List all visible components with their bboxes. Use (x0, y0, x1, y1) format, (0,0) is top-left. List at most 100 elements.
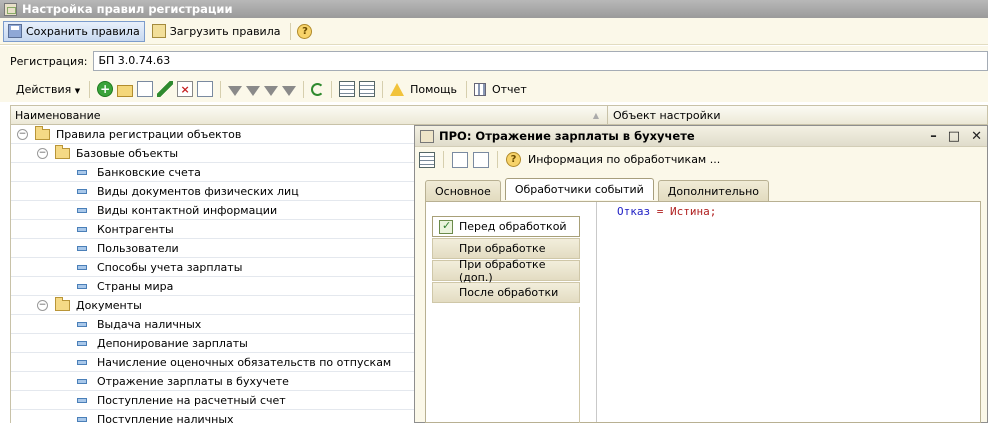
check-icon (439, 219, 453, 234)
folder-icon (35, 125, 50, 140)
rule-icon (77, 397, 87, 403)
registration-label: Регистрация: (10, 54, 88, 68)
rule-icon (77, 264, 87, 270)
tree-item[interactable]: Пользователи (11, 239, 414, 258)
rule-icon (77, 207, 87, 213)
folder-icon (55, 144, 70, 159)
main-toolbar: Сохранить правила Загрузить правила ? (0, 18, 988, 45)
tree-item[interactable]: Страны мира (11, 277, 414, 296)
event-on-processing[interactable]: При обработке (432, 238, 580, 259)
event-on-processing-additional[interactable]: При обработке (доп.) (432, 258, 580, 284)
save-icon (8, 24, 22, 38)
refresh-icon[interactable] (311, 82, 325, 96)
window-titlebar: Настройка правил регистрации (0, 0, 988, 18)
registration-row: Регистрация: БП 3.0.74.63 (0, 46, 988, 76)
save-rules-button[interactable]: Сохранить правила (3, 20, 145, 42)
rule-icon (77, 245, 87, 251)
panel-title: ПРО: Отражение зарплаты в бухучете (439, 129, 695, 143)
panel-tabs: Основное Обработчики событий Дополнитель… (425, 178, 770, 201)
rule-icon (77, 340, 87, 346)
tree-item[interactable]: Депонирование зарплаты (11, 334, 414, 353)
filter-icon[interactable] (228, 85, 243, 96)
info-icon (390, 82, 405, 96)
maximize-icon[interactable]: □ (948, 129, 960, 144)
add-icon[interactable]: + (97, 81, 114, 97)
delete-icon[interactable]: × (177, 81, 194, 97)
edit-list-icon[interactable] (339, 81, 356, 97)
collapse-icon[interactable]: − (37, 147, 48, 159)
event-list: Перед обработкой При обработке При обраб… (432, 216, 580, 304)
handlers-info-button[interactable]: Информация по обработчикам ... (528, 153, 720, 166)
report-icon (473, 82, 486, 96)
app-icon (4, 2, 17, 16)
events-column (432, 307, 580, 423)
load-icon (151, 24, 166, 38)
move-icon[interactable] (197, 81, 214, 97)
tab-event-handlers[interactable]: Обработчики событий (504, 178, 654, 200)
window-title: Настройка правил регистрации (22, 2, 233, 16)
actions-menu[interactable]: Действия ▼ (16, 83, 80, 96)
rule-editor-panel: ПРО: Отражение зарплаты в бухучете – □ ✕… (414, 125, 988, 423)
tree-item-selected[interactable]: Отражение зарплаты в бухучете (11, 372, 414, 391)
load-rules-label: Загрузить правила (169, 24, 281, 38)
panel-icon (420, 129, 434, 143)
window-controls: – □ ✕ (930, 129, 987, 144)
minimize-icon[interactable]: – (930, 129, 937, 144)
report-button[interactable]: Отчет (492, 83, 527, 96)
tab-additional[interactable]: Дополнительно (657, 180, 770, 201)
rule-icon (77, 359, 87, 365)
tree-item[interactable]: Виды контактной информации (11, 201, 414, 220)
event-after-processing[interactable]: После обработки (432, 282, 580, 303)
tree-item[interactable]: Начисление оценочных обязательств по отп… (11, 353, 414, 372)
rule-icon (77, 226, 87, 232)
grid-header: Наименование ▲ Объект настройки (10, 105, 988, 125)
rule-icon (77, 321, 87, 327)
save-close-icon[interactable] (419, 151, 435, 168)
help-button[interactable]: Помощь (410, 83, 457, 96)
filter-history-icon[interactable] (264, 85, 279, 96)
panel-toolbar: ? Информация по обработчикам ... (415, 147, 987, 172)
clear-filter-icon[interactable] (282, 85, 297, 96)
folder-icon (55, 296, 70, 311)
help-icon[interactable]: ? (506, 152, 521, 167)
save-rules-label: Сохранить правила (26, 24, 140, 38)
tree-root[interactable]: − Правила регистрации объектов (11, 125, 414, 144)
collapse-icon[interactable]: − (37, 299, 48, 311)
add-handler-icon[interactable] (473, 151, 489, 168)
tree-item[interactable]: Банковские счета (11, 163, 414, 182)
tree-item[interactable]: Виды документов физических лиц (11, 182, 414, 201)
tree-item[interactable]: Контрагенты (11, 220, 414, 239)
column-name[interactable]: Наименование ▲ (11, 106, 608, 124)
rule-icon (77, 188, 87, 194)
event-before-processing[interactable]: Перед обработкой (432, 216, 580, 237)
rule-icon (77, 283, 87, 289)
edit-icon[interactable] (157, 81, 174, 97)
collapse-icon[interactable]: − (17, 128, 28, 140)
close-icon[interactable]: ✕ (971, 129, 982, 144)
rules-tree: − Правила регистрации объектов − Базовые… (10, 125, 414, 423)
tab-main[interactable]: Основное (425, 180, 501, 201)
tree-item[interactable]: Поступление на расчетный счет (11, 391, 414, 410)
tree-item[interactable]: Выдача наличных (11, 315, 414, 334)
column-settings-object[interactable]: Объект настройки (608, 109, 721, 122)
write-icon[interactable] (452, 151, 468, 168)
rule-icon (77, 416, 87, 422)
tree-group[interactable]: − Базовые объекты (11, 144, 414, 163)
registration-field[interactable]: БП 3.0.74.63 (93, 51, 988, 71)
tab-content: Перед обработкой При обработке При обраб… (425, 201, 981, 423)
copy-icon[interactable] (137, 81, 154, 97)
tree-group[interactable]: − Документы (11, 296, 414, 315)
toolbar-separator (290, 22, 292, 40)
load-rules-button[interactable]: Загрузить правила (148, 21, 285, 42)
filter-by-value-icon[interactable] (246, 85, 261, 96)
list-settings-icon[interactable] (359, 81, 376, 97)
handler-code-editor[interactable]: Отказ = Истина; (596, 202, 980, 422)
rule-icon (77, 169, 87, 175)
rule-icon (77, 378, 87, 384)
tree-item[interactable]: Поступление наличных (11, 410, 414, 423)
panel-titlebar: ПРО: Отражение зарплаты в бухучете – □ ✕ (415, 126, 987, 147)
actions-toolbar: Действия ▼ + × Помощь Отчет (0, 76, 988, 102)
help-icon[interactable]: ? (297, 23, 313, 39)
tree-item[interactable]: Способы учета зарплаты (11, 258, 414, 277)
add-folder-icon[interactable] (117, 84, 134, 97)
